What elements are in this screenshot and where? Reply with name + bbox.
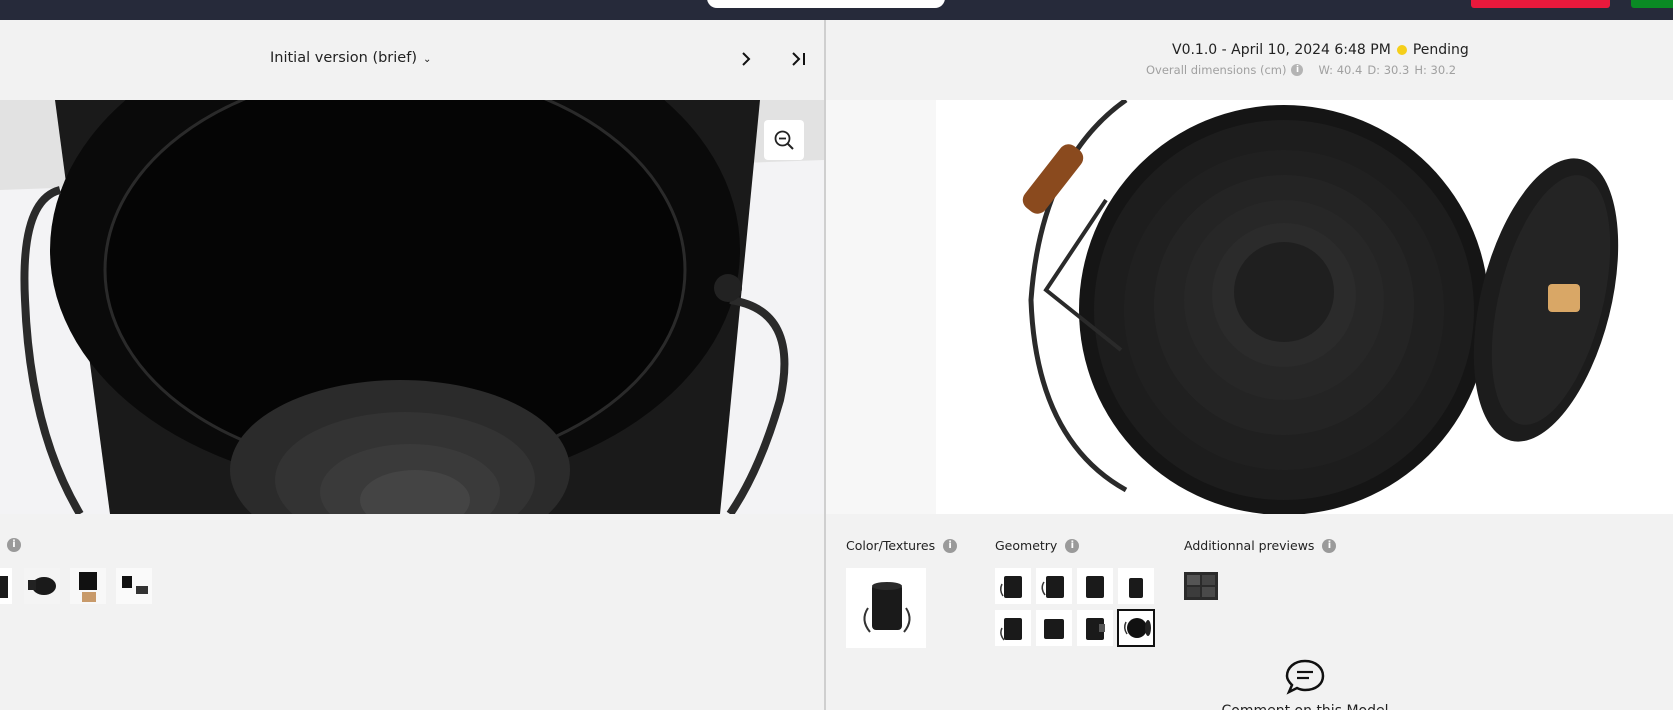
zoom-button[interactable] xyxy=(764,120,804,160)
right-pane-header xyxy=(826,20,1673,100)
geometry-thumbnail[interactable] xyxy=(1077,568,1113,604)
color-textures-text: Color/Textures xyxy=(846,538,936,553)
dimension-depth: D: 30.3 xyxy=(1367,63,1410,77)
geometry-thumbnail[interactable] xyxy=(1077,610,1113,646)
geometry-thumbnail[interactable] xyxy=(995,610,1031,646)
reference-thumbnail[interactable] xyxy=(116,568,152,604)
approve-button[interactable] xyxy=(1631,0,1673,8)
next-version-button[interactable] xyxy=(740,48,754,74)
additional-preview-thumbnail[interactable] xyxy=(1184,572,1218,600)
top-app-bar xyxy=(0,0,1673,20)
geometry-thumbnail[interactable] xyxy=(1118,568,1154,604)
dimensions-label: Overall dimensions (cm) xyxy=(1146,63,1287,77)
reference-thumbnail[interactable] xyxy=(0,568,12,604)
geometry-thumbnail[interactable] xyxy=(995,568,1031,604)
chevron-down-icon: ⌄ xyxy=(422,53,432,65)
model-version-text: V0.1.0 - April 10, 2024 6:48 PM xyxy=(1172,42,1391,58)
version-select-label: Initial version (brief) xyxy=(270,50,417,66)
status-dot xyxy=(1396,45,1407,55)
info-icon[interactable]: i xyxy=(1291,64,1304,76)
model-preview[interactable] xyxy=(826,100,1673,514)
comment-prompt-text: Comment on this Model xyxy=(1210,702,1400,710)
dimension-height: H: 30.2 xyxy=(1414,63,1457,77)
color-textures-label: Color/Textures i xyxy=(846,538,958,553)
chat-bubble-icon[interactable] xyxy=(1284,658,1326,696)
geometry-thumbnail-selected[interactable] xyxy=(1117,609,1155,647)
geometry-thumbnail[interactable] xyxy=(1036,610,1072,646)
model-version-line: V0.1.0 - April 10, 2024 6:48 PM Pending xyxy=(1172,42,1469,58)
dimensions-line: Overall dimensions (cm) i W: 40.4 D: 30.… xyxy=(1146,63,1456,77)
geometry-label: Geometry i xyxy=(995,538,1080,553)
top-search-pill[interactable] xyxy=(707,0,945,8)
additional-previews-label: Additionnal previews i xyxy=(1184,538,1337,553)
info-icon[interactable]: i xyxy=(1322,538,1337,553)
reference-image xyxy=(0,100,824,514)
reference-thumbnail[interactable] xyxy=(70,568,106,604)
color-texture-thumbnail[interactable] xyxy=(846,568,926,648)
version-select[interactable]: Initial version (brief) ⌄ xyxy=(270,50,431,66)
reject-button[interactable] xyxy=(1471,0,1610,8)
geometry-text: Geometry xyxy=(995,538,1058,553)
status-badge: Pending xyxy=(1412,42,1469,58)
reference-thumbnail[interactable] xyxy=(24,568,60,604)
last-version-button[interactable] xyxy=(790,48,808,76)
geometry-thumbnail[interactable] xyxy=(1036,568,1072,604)
info-icon[interactable]: i xyxy=(1065,538,1080,553)
dimension-width: W: 40.4 xyxy=(1318,63,1363,77)
info-icon[interactable]: i xyxy=(7,538,21,552)
additional-previews-text: Additionnal previews xyxy=(1184,538,1315,553)
skip-to-end-icon xyxy=(792,52,805,66)
zoom-out-icon xyxy=(774,130,794,150)
info-icon[interactable]: i xyxy=(943,538,958,553)
chevron-right-icon xyxy=(742,52,751,66)
